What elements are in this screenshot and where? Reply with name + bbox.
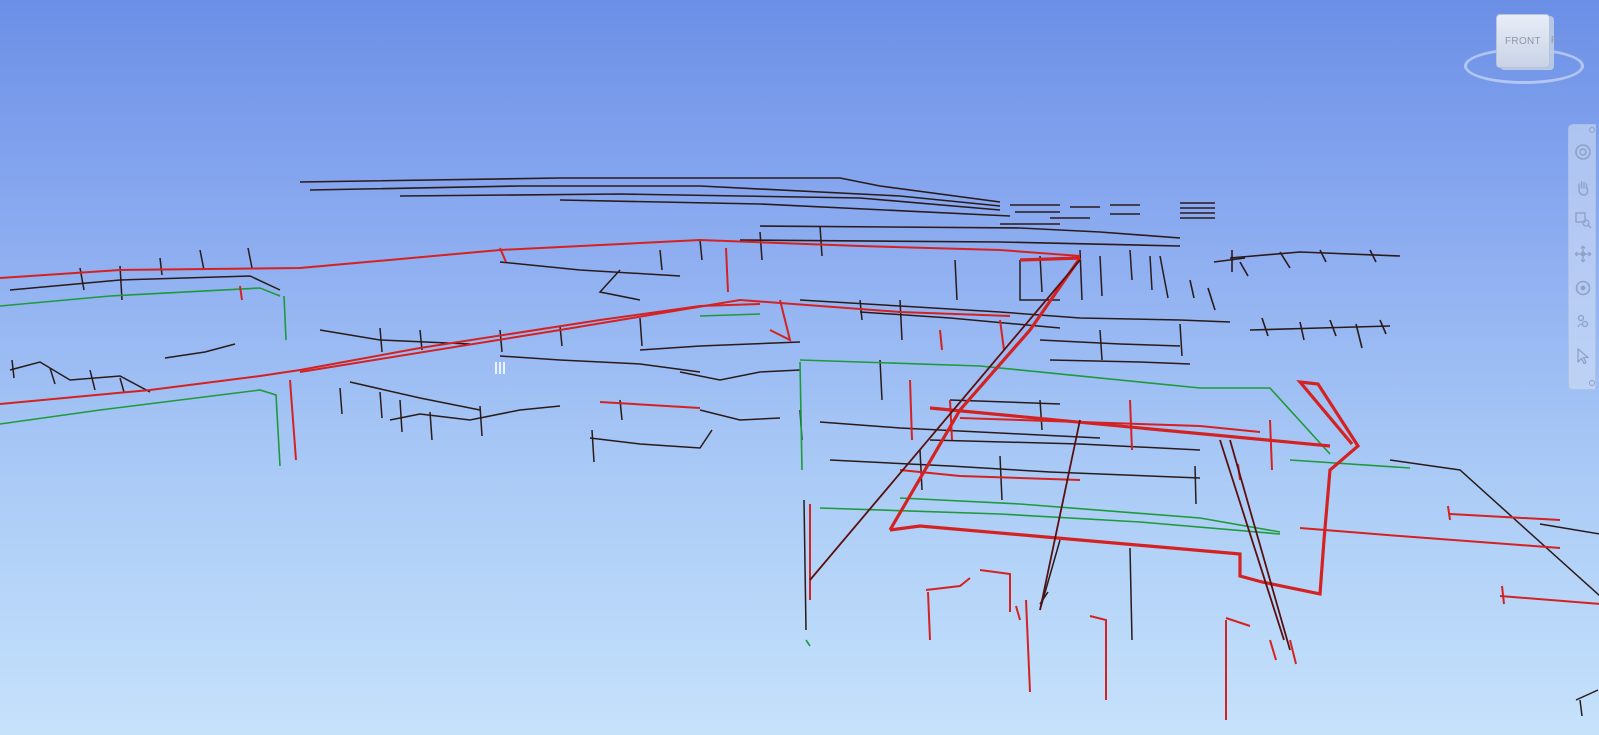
pipe-group-white [495, 362, 505, 374]
pipe-network-model[interactable] [0, 0, 1599, 735]
orbit-icon[interactable] [1572, 243, 1594, 265]
navigation-bar [1568, 124, 1596, 390]
hand-pan-icon[interactable] [1572, 177, 1594, 199]
3d-viewport[interactable]: FRONT R [0, 0, 1599, 735]
pipe-group-red [0, 238, 1599, 720]
view-cube-side-label: R [1551, 35, 1558, 45]
pipe-group-dark-diagonal [809, 259, 1291, 651]
pipe-group-dark-mid [9, 225, 1599, 717]
view-cube[interactable]: FRONT R [1460, 8, 1590, 88]
navigation-bar-options-icon[interactable] [1589, 380, 1595, 386]
view-cube-front-face[interactable]: FRONT [1496, 14, 1550, 68]
pipe-group-dark-far [299, 177, 1401, 349]
cursor-select-icon[interactable] [1572, 345, 1594, 367]
steering-wheel-icon[interactable] [1572, 141, 1594, 163]
pipe-group-red-main [888, 256, 1361, 596]
zoom-window-icon[interactable] [1572, 209, 1594, 231]
look-icon[interactable] [1572, 277, 1594, 299]
view-cube-face-label: FRONT [1505, 35, 1541, 47]
navigation-bar-close-icon[interactable] [1589, 127, 1595, 133]
walk-icon[interactable] [1572, 311, 1594, 333]
pipe-group-green [0, 287, 1411, 647]
